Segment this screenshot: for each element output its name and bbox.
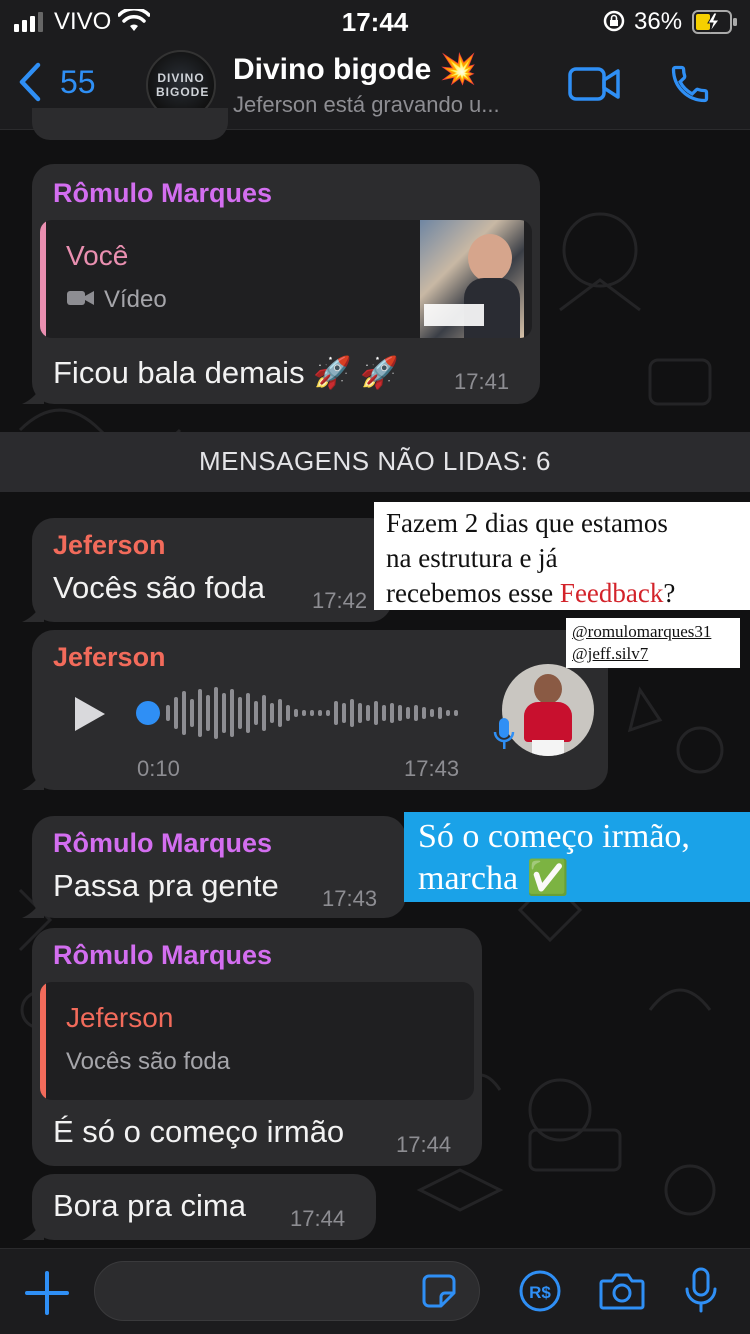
message-time: 17:44 (290, 1206, 346, 1231)
message-time: 17:44 (396, 1132, 452, 1157)
message-bubble[interactable]: Bora pra cima 17:44 (22, 1174, 376, 1240)
reply-text: Vídeo (104, 286, 167, 313)
battery-percent: 36% (634, 8, 683, 35)
camera-icon[interactable] (599, 1271, 645, 1311)
message-bubble[interactable]: Rômulo Marques Passa pra gente 17:43 (22, 816, 406, 918)
chevron-left-icon (19, 62, 41, 102)
unread-banner: MENSAGENS NÃO LIDAS: 6 (0, 432, 750, 492)
bubble-tail (22, 896, 44, 918)
voice-message-bubble[interactable]: Jeferson 0:10 17:43 (22, 630, 608, 790)
message-text: Ficou bala demais 🚀 🚀 (53, 355, 399, 390)
reply-sender: Jeferson (66, 1002, 174, 1033)
sender-name: Jeferson (53, 530, 166, 560)
microphone-icon (493, 718, 515, 749)
microphone-icon[interactable] (684, 1267, 718, 1313)
message-text: Passa pra gente (53, 868, 279, 903)
caption-overlay: Fazem 2 dias que estamos na estrutura e … (374, 502, 750, 610)
sender-name: Jeferson (53, 642, 166, 672)
back-button[interactable]: 55 (16, 62, 96, 102)
message-bubble[interactable]: Rômulo Marques Você Vídeo Ficou bala dem… (22, 164, 540, 404)
reply-bar (40, 220, 46, 338)
message-text: Vocês são foda (53, 570, 265, 605)
bubble-tail (22, 600, 44, 622)
mention-tag[interactable]: @romulomarques31 (572, 621, 740, 643)
quoted-reply[interactable]: Você Vídeo (40, 220, 532, 338)
battery-icon (692, 10, 737, 34)
sticker-icon[interactable] (421, 1273, 457, 1309)
sender-name: Rômulo Marques (53, 178, 273, 208)
plus-icon[interactable] (25, 1271, 69, 1315)
message-text: Bora pra cima (53, 1188, 246, 1223)
sender-name: Rômulo Marques (53, 940, 273, 970)
svg-text:R$: R$ (529, 1283, 551, 1302)
message-bubble-partial (32, 108, 228, 140)
group-title[interactable]: Divino bigode 💥 (233, 52, 477, 87)
message-bubble[interactable]: Rômulo Marques Jeferson Vocês são foda É… (32, 928, 482, 1166)
video-call-icon[interactable] (568, 66, 620, 102)
mention-tags: @romulomarques31 @jeff.silv7 (566, 618, 740, 668)
message-time: 17:41 (454, 369, 510, 394)
voice-duration: 0:10 (137, 756, 180, 781)
voice-waveform[interactable] (132, 685, 462, 741)
message-bubble[interactable]: Jeferson Vocês são foda 17:42 (22, 518, 392, 622)
reply-text: Vocês são foda (66, 1048, 231, 1075)
typing-status: Jeferson está gravando u... (233, 92, 500, 117)
status-bar: VIVO 17:44 36% (0, 0, 750, 42)
message-text: É só o começo irmão (53, 1114, 345, 1149)
play-icon[interactable] (72, 694, 108, 734)
bubble-tail (22, 1218, 44, 1240)
reply-bar (40, 982, 46, 1100)
quoted-reply[interactable]: Jeferson Vocês são foda (40, 982, 474, 1100)
video-thumbnail[interactable] (420, 220, 524, 338)
reply-sender: Você (66, 240, 129, 271)
mention-tag[interactable]: @jeff.silv7 (572, 643, 740, 665)
bubble-tail (22, 768, 44, 790)
message-time: 17:42 (312, 588, 368, 613)
rotation-lock-icon (603, 10, 625, 32)
sender-name: Rômulo Marques (53, 828, 273, 858)
payment-icon[interactable]: R$ (518, 1269, 562, 1313)
phone-call-icon[interactable] (668, 62, 712, 106)
sender-avatar[interactable] (502, 664, 594, 756)
unread-count: 55 (60, 63, 96, 100)
message-time: 17:43 (404, 756, 460, 781)
caption-overlay-blue: Só o começo irmão, marcha ✅ (404, 812, 750, 902)
bubble-tail (22, 382, 44, 404)
input-bar: R$ (0, 1248, 750, 1334)
video-icon (67, 291, 94, 305)
message-time: 17:43 (322, 886, 378, 911)
